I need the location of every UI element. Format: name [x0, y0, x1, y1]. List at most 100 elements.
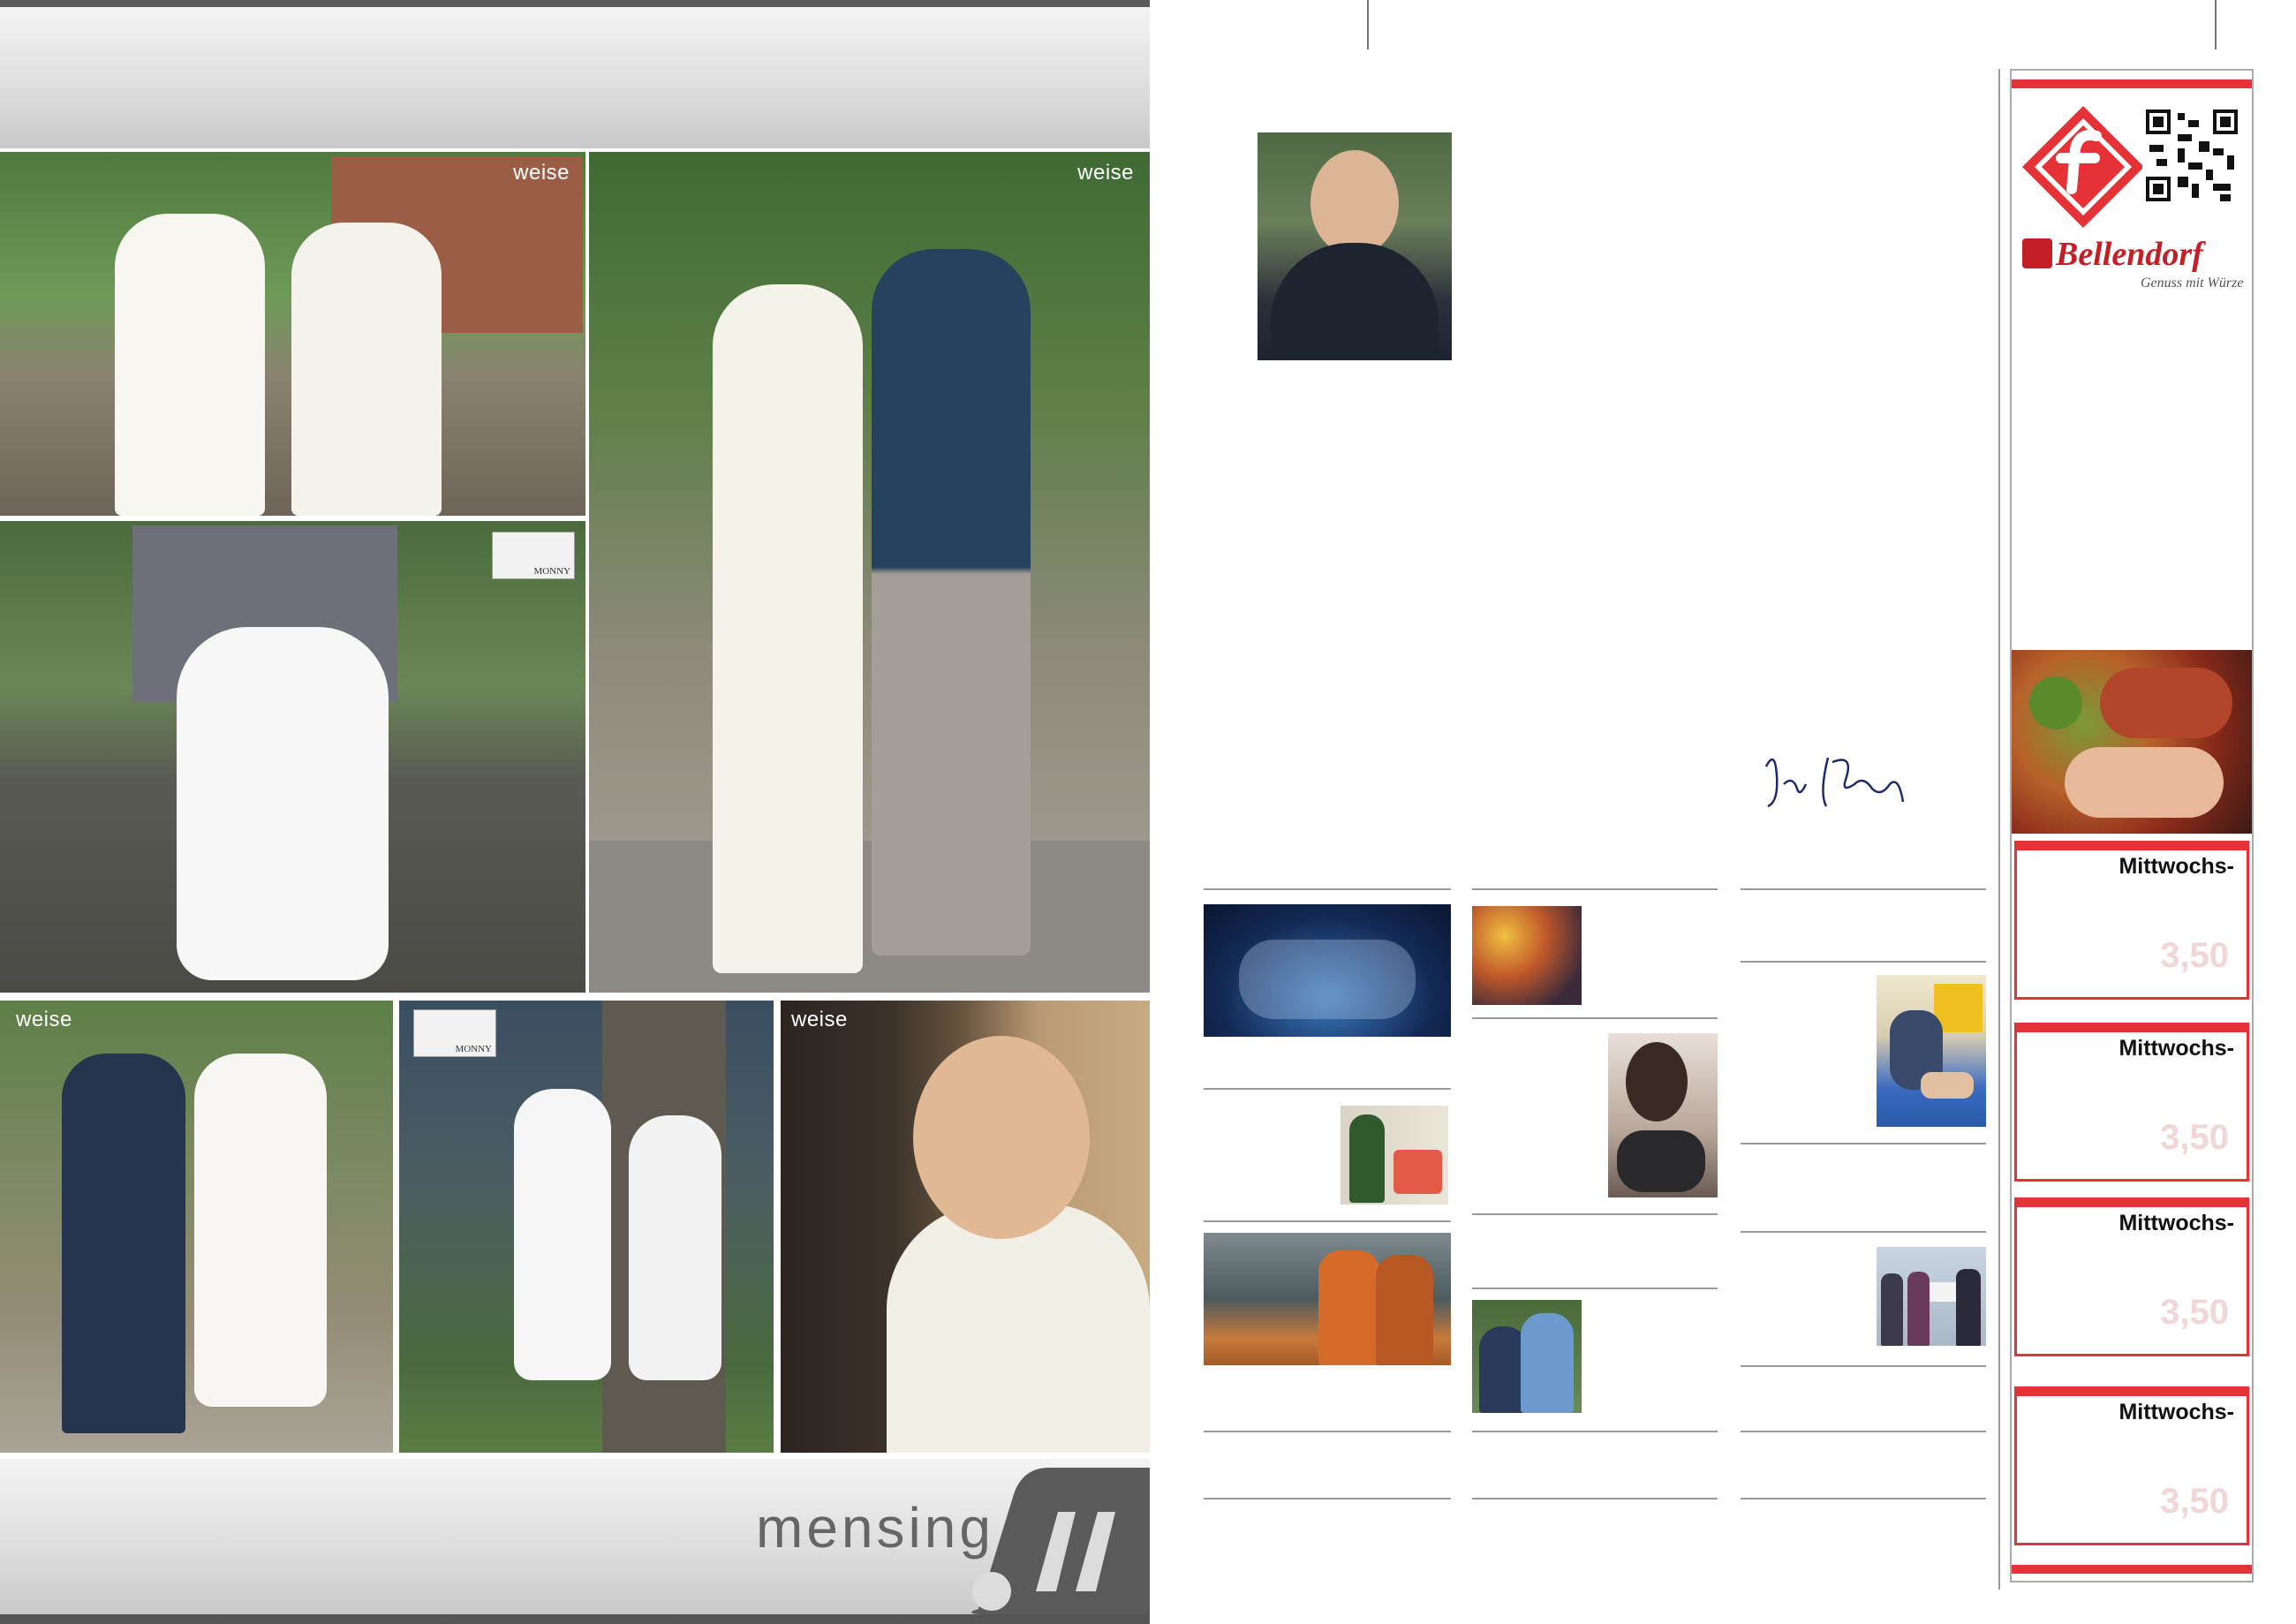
photo-dummy — [1921, 1072, 1974, 1099]
offer-price: 3,50 — [2160, 1482, 2229, 1521]
weise-logo: weise — [16, 1008, 72, 1031]
column-rule — [1204, 1498, 1451, 1499]
offer-label: Mittwochs- — [2119, 1036, 2234, 1061]
photo-figure-girl-top — [887, 1204, 1150, 1453]
offer-label: Mittwochs- — [2119, 854, 2234, 879]
photo-firefighter-2 — [1376, 1255, 1433, 1365]
column-rule — [1741, 1365, 1986, 1367]
bellendorf-logo: Bellendorf Genuss mit Würze — [2017, 235, 2250, 306]
fleischerei-f-logo-icon — [2022, 106, 2144, 228]
column-rule — [1741, 888, 1986, 890]
signature-icon — [1764, 757, 1905, 808]
column-rule — [1204, 1431, 1451, 1432]
photo-canvas — [1393, 1150, 1442, 1194]
column-divider-top — [2215, 0, 2217, 49]
photo-figure-boy-blazer — [872, 249, 1031, 956]
photo-figure-boy-suit — [62, 1054, 185, 1433]
photo-candles — [1472, 906, 1582, 1005]
photo-patient — [1617, 1130, 1705, 1192]
offer-box-top-bar — [2017, 1200, 2247, 1207]
column-rule — [1741, 1143, 1986, 1144]
photo-two-girls-wall: weise — [0, 152, 585, 516]
photo-figure-girl-gown — [194, 1054, 327, 1407]
photo-girl-boy-stairs: weise — [589, 152, 1150, 993]
offer-price: 3,50 — [2160, 936, 2229, 975]
photo-first-aid — [1877, 975, 1986, 1127]
photo-stone-steps — [589, 841, 1150, 993]
photo-dentist — [1608, 1033, 1718, 1197]
column-rule — [1472, 1498, 1718, 1499]
column-rule — [1204, 1088, 1451, 1090]
column-rule — [1741, 961, 1986, 963]
photo-person-head — [1626, 1042, 1688, 1122]
offer-box-top-bar — [2017, 843, 2247, 850]
photo-person-1 — [1881, 1273, 1903, 1346]
column-rule — [1472, 1288, 1718, 1289]
photo-group-cheque — [1877, 1247, 1986, 1346]
photo-stage-show — [1204, 904, 1451, 1037]
photo-figure-girl-1 — [115, 214, 265, 516]
photo-figure-girl-a — [514, 1089, 611, 1380]
fashion-advert-page: weise weise MONNY weise MONNY weise mens… — [0, 0, 1150, 1624]
photo-figure-girl-face — [913, 1036, 1090, 1239]
column-divider-top — [1367, 0, 1369, 49]
photo-dancers — [1239, 940, 1416, 1019]
photo-person-apron — [1349, 1114, 1385, 1203]
offer-box-top-bar — [2017, 1025, 2247, 1032]
photo-cabbage — [2029, 676, 2082, 729]
column-rule — [1204, 888, 1451, 890]
offer-box: Mittwochs- 3,50 — [2014, 1386, 2249, 1545]
photo-sausages — [2100, 668, 2232, 738]
photo-firefighter-1 — [1318, 1250, 1380, 1365]
header-gray-band — [0, 7, 1150, 148]
offer-price: 3,50 — [2160, 1118, 2229, 1157]
portrait-jacket — [1271, 243, 1439, 360]
photo-painter — [1341, 1106, 1448, 1205]
photo-meat-platter — [2012, 650, 2252, 834]
offer-box-top-bar — [2017, 1389, 2247, 1396]
column-rule — [1741, 1498, 1986, 1499]
portrait-face — [1310, 150, 1399, 256]
photo-figure-girl-dress — [177, 627, 389, 980]
monny-logo: MONNY — [492, 532, 575, 579]
offer-box: Mittwochs- 3,50 — [2014, 841, 2249, 1000]
qr-code-icon[interactable] — [2142, 106, 2241, 205]
weise-logo: weise — [513, 161, 570, 185]
offer-box: Mittwochs- 3,50 — [2014, 1023, 2249, 1182]
photo-figure-girl-2 — [291, 223, 442, 516]
column-rule — [1472, 1213, 1718, 1215]
photo-ham — [2065, 747, 2224, 818]
weise-logo: weise — [791, 1008, 848, 1031]
column-rule — [1741, 1231, 1986, 1233]
bottom-dark-stripe — [0, 1614, 1150, 1624]
photo-boy-girl-wall: weise — [0, 1001, 393, 1453]
monny-logo: MONNY — [413, 1009, 496, 1057]
column-rule — [1472, 1017, 1718, 1019]
offer-price: 3,50 — [2160, 1293, 2229, 1332]
offer-label: Mittwochs- — [2119, 1400, 2234, 1424]
photo-girl-closeup: weise — [781, 1001, 1150, 1453]
photo-firefighters — [1204, 1233, 1451, 1365]
column-rule — [1204, 1220, 1451, 1222]
portrait-photo — [1258, 132, 1452, 360]
photo-figure-girl-b — [629, 1115, 721, 1380]
bellendorf-wordmark: Bellendorf — [2056, 236, 2203, 273]
offer-box: Mittwochs- 3,50 — [2014, 1197, 2249, 1356]
bellendorf-tagline: Genuss mit Würze — [2141, 276, 2244, 291]
weise-logo: weise — [1077, 161, 1134, 185]
mensing-m-logo-icon — [971, 1468, 1150, 1614]
top-dark-stripe — [0, 0, 1150, 7]
column-rule — [1472, 1431, 1718, 1432]
photo-elderly-couple — [1472, 1300, 1582, 1413]
offer-label: Mittwochs- — [2119, 1211, 2234, 1235]
sidebar-bottom-red-bar — [2012, 1565, 2252, 1574]
sidebar-top-red-bar — [2012, 79, 2252, 88]
photo-person-right — [1521, 1313, 1574, 1413]
bellendorf-emblem-icon — [2022, 238, 2052, 268]
photo-figure-girl-white-dress — [713, 284, 863, 973]
column-rule — [1472, 888, 1718, 890]
sidebar-divider — [1998, 69, 2000, 1590]
photo-girl-park-path: MONNY — [0, 521, 585, 993]
column-rule — [1741, 1431, 1986, 1432]
photo-two-girls-tree: MONNY — [399, 1001, 774, 1453]
